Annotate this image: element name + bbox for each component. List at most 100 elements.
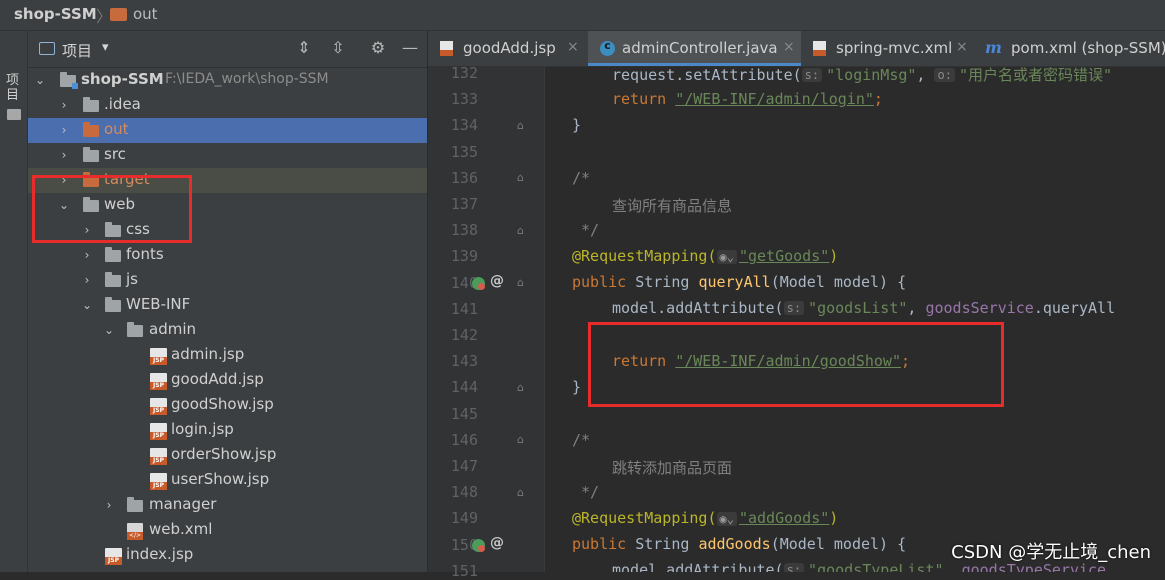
chevron-down-icon[interactable]: ▾ [102, 40, 109, 55]
project-tool-window-button[interactable]: 项目 [6, 73, 21, 103]
chevron-right-icon[interactable]: › [58, 146, 70, 164]
fold-icon[interactable]: ⌂ [517, 276, 524, 289]
tree-item-label: WEB-INF [126, 295, 191, 313]
fold-icon[interactable]: ⌂ [517, 224, 524, 237]
line-number: 149 [450, 509, 478, 528]
project-panel-toolbar: 项目 ▾ ⇕ ⇳ ⚙ — [28, 31, 427, 68]
fold-icon[interactable]: ⌂ [517, 486, 524, 499]
folder-icon [83, 147, 99, 162]
line-number: 144 [450, 378, 478, 397]
tree-item-admin-jsp[interactable]: admin.jsp [28, 343, 427, 368]
fold-icon[interactable]: ⌂ [517, 119, 524, 132]
line-number: 139 [450, 247, 478, 266]
globe-icon: ◉⌄ [716, 512, 737, 526]
tab-pom-xml[interactable]: m pom.xml (shop-SSM) [977, 31, 1165, 66]
code-line-140: public String queryAll(Model model) { [572, 273, 907, 291]
tree-item-admin[interactable]: ⌄ admin [28, 318, 427, 343]
code-line-144: } [572, 378, 582, 396]
close-icon[interactable]: × [956, 39, 968, 55]
close-icon[interactable]: × [567, 39, 579, 55]
tree-item-web-inf[interactable]: ⌄ WEB-INF [28, 293, 427, 318]
tree-item-goodshow-jsp[interactable]: goodShow.jsp [28, 393, 427, 418]
code-line-133: return "/WEB-INF/admin/login"; [612, 90, 883, 108]
code-editor[interactable]: request.setAttribute(s: "loginMsg", o: "用户… [545, 67, 1165, 572]
tree-item-index-jsp[interactable]: index.jsp [28, 543, 427, 568]
maven-icon: m [985, 38, 1002, 57]
expand-all-icon[interactable]: ⇕ [294, 38, 314, 58]
fold-icon[interactable]: ⌂ [517, 433, 524, 446]
fold-icon[interactable]: ⌂ [517, 381, 524, 394]
tree-item-label: orderShow.jsp [171, 445, 277, 463]
jsp-file-icon [150, 348, 167, 365]
line-number: 151 [450, 561, 478, 580]
chevron-down-icon[interactable]: ⌄ [81, 296, 93, 314]
tab-goodadd-jsp[interactable]: goodAdd.jsp × [428, 31, 586, 66]
tab-admincontroller-java[interactable]: adminController.java × [588, 31, 801, 66]
tree-item-login-jsp[interactable]: login.jsp [28, 418, 427, 443]
tree-item-usershow-jsp[interactable]: userShow.jsp [28, 468, 427, 493]
tab-spring-mvc-xml[interactable]: spring-mvc.xml × [803, 31, 975, 66]
tree-item-js[interactable]: › js [28, 268, 427, 293]
line-number: 146 [450, 430, 478, 449]
chevron-right-icon[interactable]: › [103, 496, 115, 514]
breadcrumb-project[interactable]: shop-SSM [14, 5, 97, 23]
tree-item-root[interactable]: ⌄ shop-SSM F:\IEDA_work\shop-SSM [28, 68, 427, 93]
folder-icon[interactable] [7, 109, 21, 120]
tree-item-src[interactable]: › src [28, 143, 427, 168]
tree-item-web-xml[interactable]: web.xml [28, 518, 427, 543]
navigation-bar: shop-SSM 〉 out [0, 0, 1165, 31]
tree-item-label: js [126, 270, 138, 288]
tree-item-idea[interactable]: › .idea [28, 93, 427, 118]
jsp-file-icon [105, 548, 122, 565]
globe-icon: ◉⌄ [716, 250, 737, 264]
tab-label: adminController.java [622, 39, 778, 57]
folder-icon [127, 322, 143, 337]
tree-item-ordershow-jsp[interactable]: orderShow.jsp [28, 443, 427, 468]
project-panel-title[interactable]: 项目 [62, 40, 92, 61]
spring-bean-icon[interactable] [472, 539, 485, 552]
line-number: 145 [450, 404, 478, 423]
tree-item-out[interactable]: › out [28, 118, 427, 143]
tree-item-label: shop-SSM [81, 70, 164, 88]
line-number: 134 [450, 116, 478, 135]
fold-icon[interactable]: ⌂ [517, 171, 524, 184]
chevron-right-icon[interactable]: › [58, 121, 70, 139]
code-line-146: /* [572, 431, 591, 449]
line-number: 138 [450, 221, 478, 240]
chevron-right-icon[interactable]: › [58, 96, 70, 114]
line-number: 132 [450, 64, 478, 82]
breadcrumb-folder[interactable]: out [133, 5, 158, 23]
folder-icon [105, 272, 121, 287]
tree-item-label: .idea [104, 95, 141, 113]
tab-label: spring-mvc.xml [836, 39, 953, 57]
code-line-138: */ [572, 221, 600, 239]
folder-icon [110, 8, 127, 21]
tree-item-label: index.jsp [126, 545, 194, 563]
jsp-file-icon [150, 373, 167, 390]
chevron-right-icon[interactable]: › [81, 271, 93, 289]
project-panel: 项目 ▾ ⇕ ⇳ ⚙ — ⌄ shop-SSM F:\IEDA_work\sho… [28, 31, 427, 572]
xml-file-icon [813, 41, 826, 56]
spring-bean-icon[interactable] [472, 277, 485, 290]
tree-item-goodadd-jsp[interactable]: goodAdd.jsp [28, 368, 427, 393]
code-line-137: 查询所有商品信息 [612, 197, 733, 215]
annotation-marker-icon[interactable]: @ [490, 273, 504, 289]
minimize-icon[interactable]: — [400, 38, 420, 58]
tree-item-manager[interactable]: › manager [28, 493, 427, 518]
chevron-down-icon[interactable]: ⌄ [34, 71, 46, 89]
line-number: 140 [450, 273, 478, 292]
tree-item-label: goodShow.jsp [171, 395, 274, 413]
line-number: 136 [450, 168, 478, 187]
tree-item-label: goodAdd.jsp [171, 370, 264, 388]
collapse-all-icon[interactable]: ⇳ [328, 38, 348, 58]
line-number: 141 [450, 299, 478, 318]
tab-label: pom.xml (shop-SSM) [1011, 39, 1165, 57]
close-icon[interactable]: × [783, 39, 795, 55]
chevron-right-icon[interactable]: › [81, 246, 93, 264]
tree-item-fonts[interactable]: › fonts [28, 243, 427, 268]
annotation-marker-icon[interactable]: @ [490, 535, 504, 551]
folder-icon [105, 247, 121, 262]
chevron-down-icon[interactable]: ⌄ [103, 321, 115, 339]
gear-icon[interactable]: ⚙ [368, 38, 388, 58]
code-line-139: @RequestMapping(◉⌄ "getGoods") [572, 247, 839, 265]
